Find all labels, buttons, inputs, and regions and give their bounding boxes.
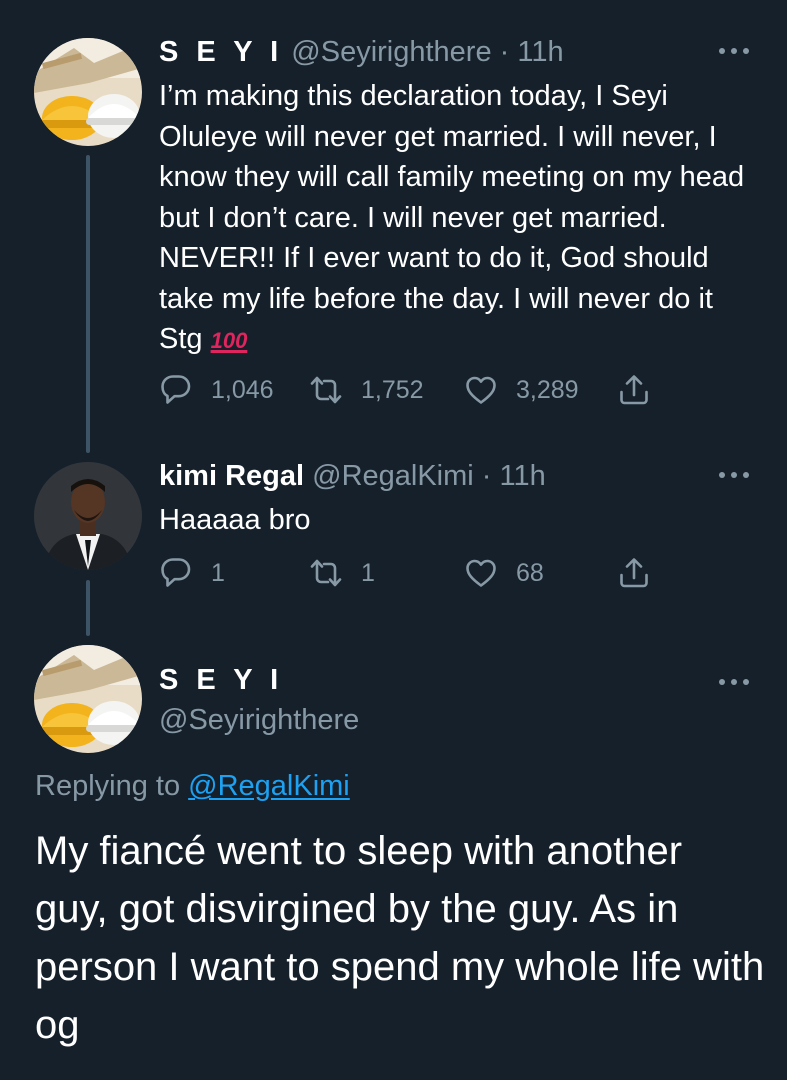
replying-prefix: Replying to <box>35 770 181 802</box>
hundred-points-icon: 100 <box>210 328 248 353</box>
replying-to-link[interactable]: @RegalKimi <box>188 770 350 802</box>
timestamp[interactable]: · 11h <box>500 36 564 68</box>
like-count: 68 <box>516 559 544 587</box>
share-button[interactable] <box>617 370 651 410</box>
tweet-actions: 1 1 68 <box>159 553 679 593</box>
tweet-text: Haaaaa bro <box>159 504 311 536</box>
tweet-text-content: I’m making this declaration today, I Sey… <box>159 80 745 355</box>
avatar-kimi[interactable] <box>34 462 142 570</box>
retweet-count: 1,752 <box>361 376 424 404</box>
retweet-icon <box>310 559 342 587</box>
reply-button[interactable]: 1,046 <box>159 370 274 410</box>
avatar-seyi[interactable] <box>34 645 142 753</box>
tweet-actions: 1,046 1,752 3,289 <box>159 370 679 410</box>
like-count: 3,289 <box>516 376 579 404</box>
more-icon[interactable] <box>719 46 749 56</box>
like-button[interactable]: 68 <box>464 553 544 593</box>
tweet-thread: S E Y I @Seyirighthere · 11h I’m making … <box>0 0 787 1080</box>
reply-count: 1 <box>211 559 225 587</box>
retweet-button[interactable]: 1 <box>309 553 375 593</box>
display-name[interactable]: kimi Regal <box>159 460 304 492</box>
retweet-count: 1 <box>361 559 375 587</box>
retweet-button[interactable]: 1,752 <box>309 370 424 410</box>
tweet-header: S E Y I @Seyirighthere · 11h <box>159 34 564 70</box>
main-display-name-row: S E Y I <box>159 662 283 698</box>
replying-to: Replying to @RegalKimi <box>35 767 350 805</box>
reply-icon <box>161 375 191 404</box>
share-icon <box>620 375 648 405</box>
thread-line <box>86 580 90 636</box>
main-tweet-text: My fiancé went to sleep with another guy… <box>35 829 765 1047</box>
user-handle[interactable]: @Seyirighthere <box>291 36 491 68</box>
thread-line <box>86 155 90 453</box>
like-button[interactable]: 3,289 <box>464 370 579 410</box>
share-icon <box>620 558 648 588</box>
tweet-text: I’m making this declaration today, I Sey… <box>159 76 759 362</box>
display-name[interactable]: S E Y I <box>159 36 283 68</box>
tweet-header: kimi Regal @RegalKimi · 11h <box>159 458 546 494</box>
heart-icon <box>466 559 496 587</box>
reply-icon <box>161 558 191 587</box>
avatar-seyi[interactable] <box>34 38 142 146</box>
user-handle[interactable]: @RegalKimi <box>312 460 474 492</box>
timestamp[interactable]: · 11h <box>482 460 546 492</box>
heart-icon <box>466 376 496 404</box>
reply-count: 1,046 <box>211 376 274 404</box>
more-icon[interactable] <box>719 677 749 687</box>
display-name[interactable]: S E Y I <box>159 664 283 696</box>
reply-button[interactable]: 1 <box>159 553 225 593</box>
user-handle[interactable]: @Seyirighthere <box>159 702 359 738</box>
share-button[interactable] <box>617 553 651 593</box>
more-icon[interactable] <box>719 470 749 480</box>
retweet-icon <box>310 376 342 404</box>
